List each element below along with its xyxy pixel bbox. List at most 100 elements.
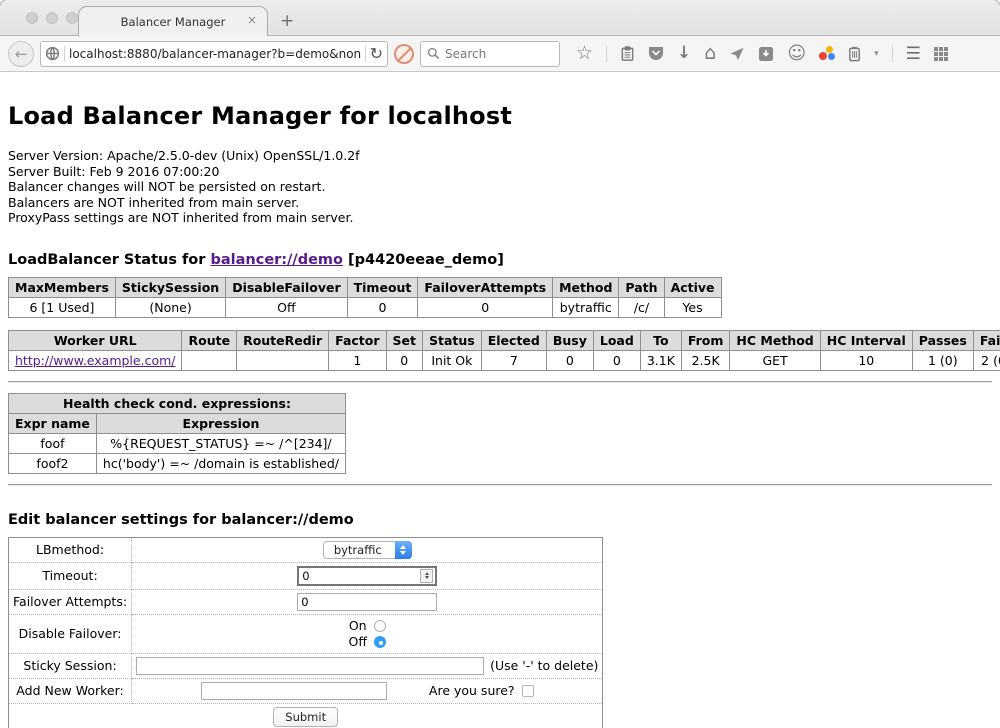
add-worker-input[interactable] <box>201 682 387 700</box>
balancer-demo-link[interactable]: balancer://demo <box>210 252 343 268</box>
col-expression: Expression <box>96 413 345 433</box>
new-tab-button[interactable]: + <box>280 11 294 31</box>
disable-failover-label: Disable Failover: <box>9 614 132 653</box>
form-row-add-worker: Add New Worker: Are you sure? <box>9 678 603 703</box>
failover-attempts-input[interactable]: 0 <box>297 593 437 611</box>
search-bar[interactable]: Search <box>420 41 560 67</box>
cell-factor: 1 <box>329 350 386 370</box>
number-spinner-icon[interactable] <box>420 569 433 583</box>
col-busy: Busy <box>546 330 593 350</box>
colored-dots-extension-icon[interactable] <box>819 46 835 62</box>
cell-worker-url: http://www.example.com/ <box>9 350 182 370</box>
chat-smiley-icon[interactable]: ☺ <box>787 45 806 63</box>
worker-table: Worker URL Route RouteRedir Factor Set S… <box>8 330 1000 371</box>
cell-set: 0 <box>386 350 422 370</box>
health-check-table: Health check cond. expressions: Expr nam… <box>8 393 346 474</box>
col-failoverattempts: FailoverAttempts <box>418 277 553 297</box>
browser-window: Balancer Manager × + ← localhost:8880/ba… <box>0 0 1000 728</box>
col-status: Status <box>423 330 482 350</box>
page-content: Load Balancer Manager for localhost Serv… <box>0 72 1000 728</box>
server-built-line: Server Built: Feb 9 2016 07:00:20 <box>8 164 992 180</box>
close-window-button[interactable] <box>26 12 38 24</box>
urlbar-divider <box>64 46 65 62</box>
col-routeredir: RouteRedir <box>237 330 329 350</box>
reload-button[interactable]: ↻ <box>370 46 383 62</box>
bookmark-star-icon[interactable]: ☆ <box>576 44 593 63</box>
tab-title: Balancer Manager <box>121 15 226 29</box>
minimize-window-button[interactable] <box>46 12 58 24</box>
send-plane-icon[interactable] <box>729 46 745 61</box>
col-fails: Fails <box>973 330 1000 350</box>
health-check-title: Health check cond. expressions: <box>9 393 346 413</box>
radio-on-label: On <box>349 618 367 634</box>
cell-routeredir <box>237 350 329 370</box>
url-text[interactable]: localhost:8880/balancer-manager?b=demo&n… <box>69 47 361 61</box>
url-bar[interactable]: localhost:8880/balancer-manager?b=demo&n… <box>40 41 388 67</box>
are-you-sure-checkbox[interactable] <box>522 685 534 697</box>
timeout-value: 0 <box>299 569 420 583</box>
col-to: To <box>640 330 681 350</box>
search-placeholder[interactable]: Search <box>445 47 486 61</box>
menu-hamburger-icon[interactable]: ☰ <box>906 44 921 64</box>
zoom-window-button[interactable] <box>66 12 78 24</box>
col-disablefailover: DisableFailover <box>226 277 347 297</box>
form-row-sticky-session: Sticky Session: (Use '-' to delete) <box>9 653 603 678</box>
tab-balancer-manager[interactable]: Balancer Manager × <box>78 6 268 36</box>
col-elected: Elected <box>481 330 546 350</box>
proxypass-warning-line: ProxyPass settings are NOT inherited fro… <box>8 210 992 226</box>
col-factor: Factor <box>329 330 386 350</box>
select-stepper-icon <box>395 541 412 559</box>
sticky-session-label: Sticky Session: <box>9 653 132 678</box>
container-extension-icon[interactable] <box>848 46 861 62</box>
cell-to: 3.1K <box>640 350 681 370</box>
search-icon <box>427 47 440 60</box>
sticky-session-input[interactable] <box>136 657 484 675</box>
edit-balancer-heading: Edit balancer settings for balancer://de… <box>8 512 992 528</box>
downloads-icon[interactable]: ↓ <box>677 45 691 62</box>
cell-active: Yes <box>664 297 721 317</box>
submit-button[interactable]: Submit <box>273 707 338 727</box>
disable-failover-on-radio[interactable] <box>374 620 386 632</box>
clipboard-icon[interactable] <box>620 46 635 62</box>
balancer-status-table: MaxMembers StickySession DisableFailover… <box>8 277 722 318</box>
back-icon: ← <box>15 45 28 63</box>
timeout-input[interactable]: 0 <box>297 566 437 586</box>
content-blocked-icon[interactable] <box>394 44 414 64</box>
home-icon[interactable]: ⌂ <box>704 44 716 63</box>
save-square-icon[interactable] <box>758 46 774 62</box>
disable-failover-off-radio[interactable] <box>374 636 386 648</box>
urlbar-divider <box>365 46 366 62</box>
loadbalancer-status-heading: LoadBalancer Status for balancer://demo … <box>8 252 992 268</box>
status-heading-suffix: [p4420eeae_demo] <box>343 252 504 268</box>
cell-timeout: 0 <box>347 297 418 317</box>
col-active: Active <box>664 277 721 297</box>
window-controls <box>26 12 78 24</box>
col-expr-name: Expr name <box>9 413 97 433</box>
add-worker-label: Add New Worker: <box>9 678 132 703</box>
form-row-disable-failover: Disable Failover: On Off <box>9 614 603 653</box>
cell-load: 0 <box>593 350 640 370</box>
tab-close-icon[interactable]: × <box>247 14 257 26</box>
divider <box>8 381 992 383</box>
balancer-settings-form: LBmethod: bytraffic Timeout: 0 <box>8 537 603 728</box>
expr-row: foof %{REQUEST_STATUS} =~ /^[234]/ <box>9 433 346 453</box>
table-row: 6 [1 Used] (None) Off 0 0 bytraffic /c/ … <box>9 297 722 317</box>
failover-attempts-label: Failover Attempts: <box>9 589 132 614</box>
lbmethod-label: LBmethod: <box>9 537 132 562</box>
cell-method: bytraffic <box>553 297 619 317</box>
col-worker-url: Worker URL <box>9 330 182 350</box>
pocket-icon[interactable] <box>648 46 664 61</box>
grid-extension-icon[interactable] <box>934 47 948 61</box>
lbmethod-select[interactable]: bytraffic <box>323 541 412 559</box>
navigation-toolbar: ← localhost:8880/balancer-manager?b=demo… <box>0 36 1000 72</box>
cell-failoverattempts: 0 <box>418 297 553 317</box>
worker-url-link[interactable]: http://www.example.com/ <box>15 353 175 368</box>
col-path: Path <box>619 277 664 297</box>
radio-off-label: Off <box>349 634 367 650</box>
back-button[interactable]: ← <box>8 41 34 67</box>
globe-icon <box>45 46 60 61</box>
chevron-down-icon[interactable]: ▾ <box>874 49 879 59</box>
timeout-label: Timeout: <box>9 562 132 589</box>
expr-row: foof2 hc('body') =~ /domain is establish… <box>9 453 346 473</box>
worker-row: http://www.example.com/ 1 0 Init Ok 7 0 … <box>9 350 1000 370</box>
